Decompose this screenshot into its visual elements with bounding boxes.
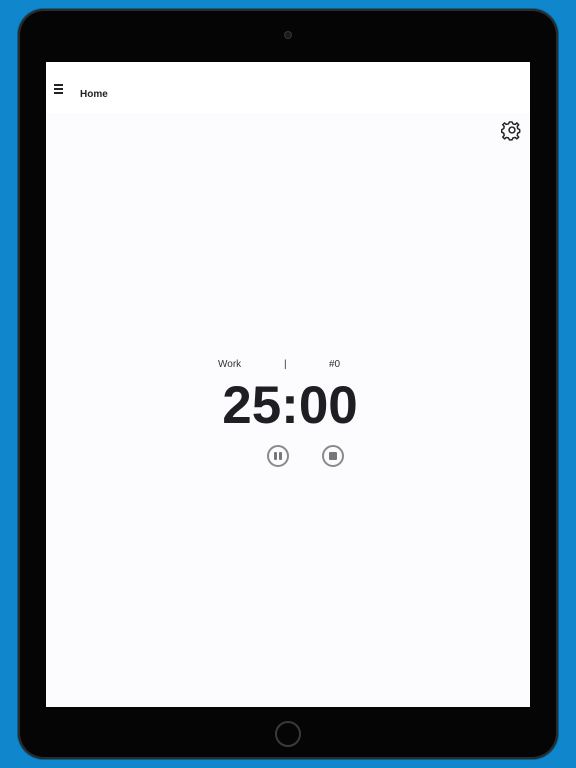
- session-info: Work | #0: [46, 359, 530, 373]
- time-remaining: 25:00: [222, 376, 358, 435]
- session-type: Work: [218, 359, 242, 370]
- camera-icon: [284, 31, 292, 39]
- pause-icon: [274, 452, 277, 460]
- app-frame: Home Work | #0 25:00: [0, 0, 576, 768]
- settings-gear-icon: [501, 121, 521, 141]
- pause-button[interactable]: [267, 445, 289, 467]
- page-title: Home: [80, 89, 108, 100]
- stop-icon: [329, 452, 337, 460]
- menu-button[interactable]: [53, 84, 65, 94]
- menu-line: [54, 92, 63, 94]
- app-screen: Home Work | #0 25:00: [46, 62, 530, 707]
- app-bar: Home: [46, 62, 530, 113]
- tablet-device: Home Work | #0 25:00: [18, 9, 558, 759]
- session-separator: |: [284, 359, 287, 370]
- session-count: #0: [329, 359, 341, 370]
- menu-line: [54, 84, 63, 86]
- home-button[interactable]: [275, 721, 301, 747]
- menu-line: [54, 88, 63, 90]
- settings-button[interactable]: [501, 119, 523, 141]
- pause-icon: [279, 452, 282, 460]
- stop-button[interactable]: [322, 445, 344, 467]
